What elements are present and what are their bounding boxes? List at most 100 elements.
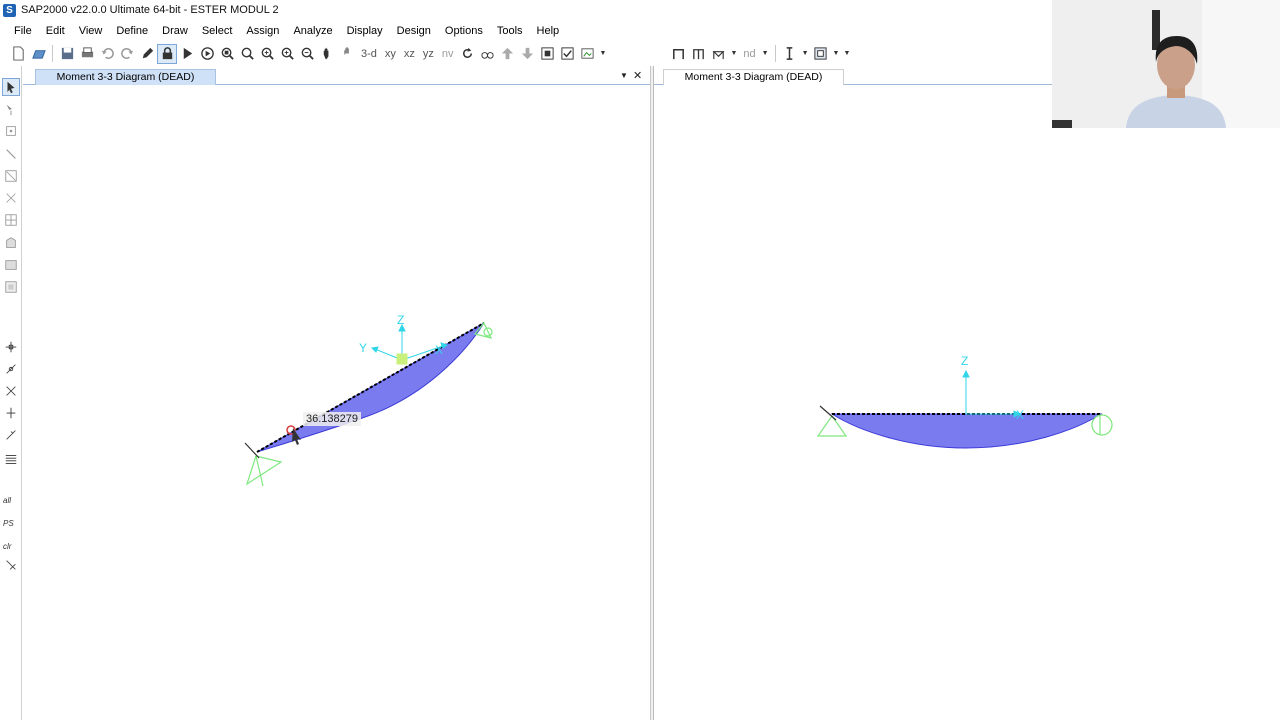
reshape-tool-button[interactable] xyxy=(2,100,20,118)
quick-draw-area-button[interactable] xyxy=(2,278,20,296)
zoom-out-button[interactable] xyxy=(297,44,317,64)
rubber-band-button[interactable] xyxy=(337,44,357,64)
zoom-in-step-button[interactable] xyxy=(277,44,297,64)
rotate-view-button[interactable] xyxy=(458,44,478,64)
zoom-in-button[interactable] xyxy=(257,44,277,64)
display-options-icon xyxy=(581,48,594,59)
menu-define[interactable]: Define xyxy=(109,25,155,37)
intersecting-line-select-button[interactable] xyxy=(2,556,20,574)
menu-draw[interactable]: Draw xyxy=(155,25,195,37)
quick-frame-tool-button[interactable] xyxy=(2,167,20,185)
right-view-window[interactable]: Moment 3-3 Diagram (DEAD) Z X xyxy=(653,66,1280,720)
previous-selection-button[interactable]: PS xyxy=(3,519,14,528)
pointer-tool-button[interactable] xyxy=(2,78,20,96)
view-xz-button[interactable]: xz xyxy=(400,44,419,64)
selection-hand-icon xyxy=(343,47,349,55)
print-button[interactable] xyxy=(77,44,97,64)
menu-display[interactable]: Display xyxy=(340,25,390,37)
shrink-icon xyxy=(541,47,554,60)
left-view-window[interactable]: Moment 3-3 Diagram (DEAD) ▼ ✕ Z Y X xyxy=(23,66,650,720)
zoom-window-button[interactable] xyxy=(217,44,237,64)
toolbar-overflow-icon[interactable]: ▼ xyxy=(843,50,850,57)
menu-select[interactable]: Select xyxy=(195,25,240,37)
menu-view[interactable]: View xyxy=(72,25,110,37)
text-tool-button[interactable] xyxy=(780,44,800,64)
axis-x-label: X xyxy=(1016,408,1024,422)
snap-lines-button[interactable] xyxy=(2,360,20,378)
snap-grid-button[interactable] xyxy=(2,450,20,468)
draw-frame-quick-button[interactable] xyxy=(688,44,708,64)
quick-secondary-tool-button[interactable] xyxy=(2,211,20,229)
draw-tool-button[interactable] xyxy=(137,44,157,64)
move-up-button[interactable] xyxy=(498,44,518,64)
quick-brace-tool-button[interactable] xyxy=(2,189,20,207)
snap-perpendicular-icon xyxy=(6,407,16,419)
area-tool-dropdown-icon[interactable]: ▼ xyxy=(833,50,840,57)
snap-extension-button[interactable] xyxy=(2,426,20,444)
perspective-button[interactable] xyxy=(478,44,498,64)
new-model-button[interactable] xyxy=(8,44,28,64)
snap-perpendicular-button[interactable] xyxy=(2,404,20,422)
toolbar-separator xyxy=(774,45,776,62)
zoom-window-icon xyxy=(221,47,234,60)
view-nv-button[interactable]: nv xyxy=(438,44,458,64)
display-options-dropdown-icon[interactable]: ▼ xyxy=(600,50,607,57)
run-analysis-button[interactable] xyxy=(177,44,197,64)
snap-intersections-button[interactable] xyxy=(2,382,20,400)
joint-icon xyxy=(6,126,16,136)
left-moment-diagram-canvas[interactable]: Z Y X xyxy=(23,66,650,720)
draw-frame-tool-button[interactable] xyxy=(2,145,20,163)
undo-icon xyxy=(101,48,114,59)
pan-button[interactable] xyxy=(317,44,337,64)
draw-joint-button[interactable] xyxy=(2,122,20,140)
save-icon xyxy=(61,47,73,60)
display-options-button[interactable] xyxy=(578,44,598,64)
menu-file[interactable]: File xyxy=(7,25,39,37)
menu-assign[interactable]: Assign xyxy=(239,25,286,37)
checkbox-icon xyxy=(561,47,574,60)
menu-design[interactable]: Design xyxy=(390,25,438,37)
printer-icon xyxy=(81,47,93,58)
axis-z-label: Z xyxy=(961,354,968,368)
menu-help[interactable]: Help xyxy=(530,25,567,37)
text-tool-dropdown-icon[interactable]: ▼ xyxy=(802,50,809,57)
pointer-icon xyxy=(7,81,15,94)
save-button[interactable] xyxy=(57,44,77,64)
menu-options[interactable]: Options xyxy=(438,25,490,37)
move-down-button[interactable] xyxy=(518,44,538,64)
draw-rect-area-button[interactable] xyxy=(2,256,20,274)
restore-view-button[interactable] xyxy=(237,44,257,64)
menu-tools[interactable]: Tools xyxy=(490,25,530,37)
view-nd-button[interactable]: nd xyxy=(739,44,759,64)
view-yz-button[interactable]: yz xyxy=(419,44,438,64)
moment-diagram-fill xyxy=(830,413,1103,449)
nd-dropdown-icon[interactable]: ▼ xyxy=(762,50,769,57)
sap2000-logo-icon: S xyxy=(3,3,16,17)
run-now-button[interactable] xyxy=(197,44,217,64)
draw-frame-dropdown-icon[interactable]: ▼ xyxy=(730,50,737,57)
menu-analyze[interactable]: Analyze xyxy=(286,25,339,37)
snap-joints-button[interactable] xyxy=(2,338,20,356)
open-button[interactable] xyxy=(28,44,48,64)
view-xy-button[interactable]: xy xyxy=(381,44,400,64)
hand-icon xyxy=(323,47,328,60)
select-all-button[interactable]: all xyxy=(3,496,11,505)
object-shrink-button[interactable] xyxy=(538,44,558,64)
redo-button[interactable] xyxy=(117,44,137,64)
zoom-icon xyxy=(241,47,254,60)
view-3d-button[interactable]: 3-d xyxy=(357,44,381,64)
check-model-button[interactable] xyxy=(558,44,578,64)
lock-model-button[interactable] xyxy=(157,43,177,64)
draw-brace-button[interactable] xyxy=(708,44,728,64)
draw-frame-button[interactable] xyxy=(668,44,688,64)
zoom-out-icon xyxy=(301,47,314,60)
pin-support-icon xyxy=(816,405,848,437)
clear-selection-button[interactable]: clr xyxy=(3,542,11,551)
undo-button[interactable] xyxy=(97,44,117,64)
lock-icon xyxy=(162,47,172,60)
webcam-overlay xyxy=(1052,0,1280,128)
draw-poly-area-button[interactable] xyxy=(2,234,20,252)
right-moment-diagram-canvas[interactable]: Z X xyxy=(654,66,1280,720)
menu-edit[interactable]: Edit xyxy=(39,25,72,37)
area-tool-button[interactable] xyxy=(811,44,831,64)
